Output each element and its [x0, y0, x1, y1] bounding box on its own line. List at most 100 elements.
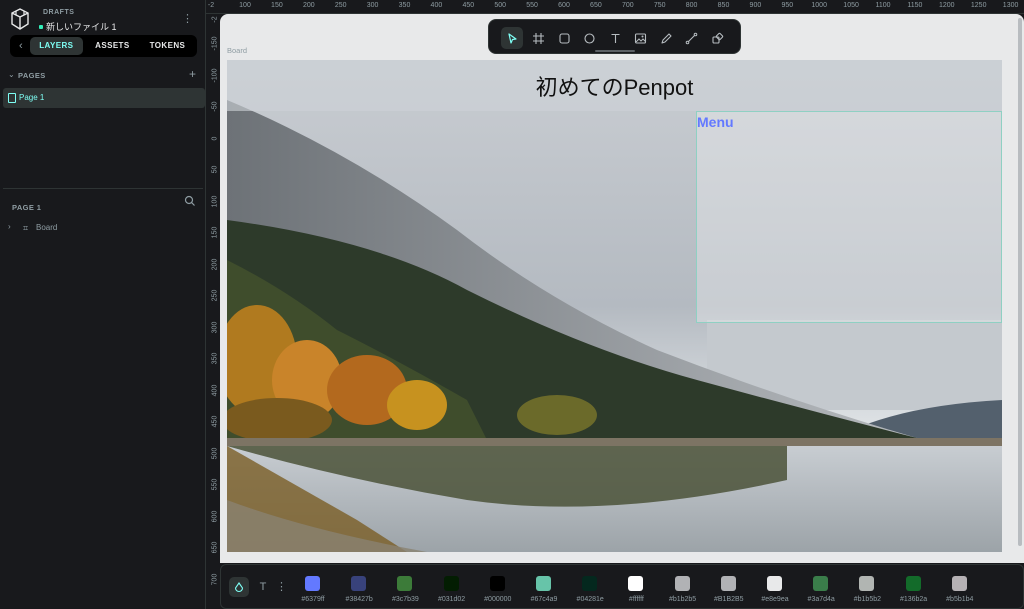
ruler-tick-label: 1300: [1002, 2, 1019, 9]
text-tool-button[interactable]: [604, 27, 626, 49]
board-icon: ⌗: [23, 223, 29, 233]
ruler-tick-label: 850: [717, 2, 730, 9]
ruler-tick-label: -150: [211, 36, 219, 51]
ruler-tick-label: 250: [211, 289, 219, 302]
header-title[interactable]: 初めてのPenpot: [227, 70, 1002, 102]
ellipse-tool-button[interactable]: [578, 27, 600, 49]
add-page-icon[interactable]: +: [189, 67, 196, 81]
penpot-logo-icon: [11, 8, 29, 30]
ruler-tick-label: 350: [398, 2, 411, 9]
ruler-tick-label: 150: [211, 226, 219, 239]
project-folder-name: DRAFTS: [43, 9, 75, 16]
ruler-tick-label: -2: [211, 16, 219, 23]
text-palette-toggle-icon[interactable]: T: [255, 577, 271, 597]
tab-layers[interactable]: LAYERS: [29, 37, 83, 55]
ruler-tick-label: 500: [494, 2, 507, 9]
swatch-chip[interactable]: [397, 576, 413, 591]
move-tool-button[interactable]: [501, 27, 523, 49]
ruler-tick-label: 550: [211, 478, 219, 491]
pages-title: PAGES: [18, 71, 46, 80]
plugins-tool-button[interactable]: [706, 27, 728, 49]
file-name-label: 新しいファイル 1: [46, 22, 117, 32]
layer-item-label: Board: [36, 223, 58, 232]
ruler-tick-label: 950: [781, 2, 794, 9]
ruler-tick-label: 600: [211, 510, 219, 522]
ruler-tick-label: 350: [211, 352, 219, 365]
swatch-chip[interactable]: [582, 576, 598, 591]
ruler-tick-label: -2: [207, 2, 215, 9]
divider: [3, 188, 203, 189]
ruler-tick-label: 1050: [843, 2, 859, 9]
board-tool-button[interactable]: [527, 27, 549, 49]
ellipse-icon: [583, 32, 595, 44]
pointer-icon: [507, 32, 517, 44]
swatch-chip[interactable]: [951, 576, 967, 591]
ruler-tick-label: 550: [526, 2, 538, 9]
ruler-tick-label: 800: [685, 2, 698, 9]
swatch-chip[interactable]: [305, 576, 320, 591]
swatch-chip[interactable]: [859, 576, 875, 591]
file-name[interactable]: 新しいファイル 1: [39, 20, 117, 33]
swatch-chip[interactable]: [351, 576, 367, 591]
swatch-chip[interactable]: [767, 576, 782, 591]
curve-tool-button[interactable]: [655, 27, 677, 49]
ruler-tick-label: 50: [211, 165, 219, 174]
ruler-tick-label: -50: [211, 101, 219, 112]
tab-tokens[interactable]: TOKENS: [140, 37, 195, 55]
plugins-icon: [711, 32, 723, 44]
pencil-icon: [660, 32, 672, 44]
ruler-tick-label: 1200: [939, 2, 955, 9]
header-band[interactable]: 初めてのPenpot: [227, 60, 1002, 111]
ruler-tick-label: 400: [211, 384, 219, 396]
chevron-right-icon[interactable]: ›: [8, 222, 11, 231]
collapse-sidebar-icon[interactable]: ‹: [14, 37, 28, 55]
page-item[interactable]: Page 1: [3, 88, 205, 108]
board[interactable]: 初めてのPenpot Menu: [227, 60, 1002, 552]
swatch-chip[interactable]: [674, 576, 690, 591]
board-title[interactable]: Board: [227, 46, 247, 55]
canvas-viewport[interactable]: Board 初めてのPenpot Menu: [220, 14, 1024, 563]
search-icon[interactable]: [184, 195, 196, 207]
swatch-chip[interactable]: [489, 576, 505, 591]
color-palette-toggle[interactable]: [229, 577, 249, 597]
swatch-chip[interactable]: [536, 576, 551, 591]
ruler-tick-label: 1100: [875, 2, 891, 9]
swatch-chip[interactable]: [628, 576, 644, 591]
swatch-chip[interactable]: [905, 576, 921, 591]
ruler-tick-label: 1250: [970, 2, 987, 9]
ruler-tick-label: 700: [211, 573, 219, 585]
swatch-chip[interactable]: [443, 576, 459, 591]
rectangle-icon: [558, 32, 570, 44]
path-tool-button[interactable]: [680, 27, 702, 49]
ruler-tick-label: 500: [211, 447, 219, 459]
toolbar-drag-handle[interactable]: [595, 50, 635, 52]
ruler-tick-label: 700: [621, 2, 634, 9]
rectangle-tool-button[interactable]: [553, 27, 575, 49]
file-menu-icon[interactable]: ⋮: [182, 12, 193, 26]
tab-assets[interactable]: ASSETS: [85, 37, 140, 55]
layers-title: PAGE 1: [12, 203, 42, 212]
vertical-scrollbar[interactable]: [1018, 18, 1022, 546]
swatch-chip[interactable]: [720, 576, 736, 591]
menu-label[interactable]: Menu: [697, 114, 734, 130]
image-tool-button[interactable]: [629, 27, 651, 49]
color-palette: T ⋮ #6379ff #38427b #3c7b39 #031d02 #000000 #…: [220, 564, 1024, 609]
pages-header: ⌄ PAGES +: [8, 67, 200, 82]
project-header[interactable]: DRAFTS 新しいファイル 1 ⋮: [10, 8, 200, 32]
menu-box[interactable]: Menu: [696, 111, 1002, 323]
ruler-tick-label: 450: [462, 2, 475, 9]
ruler-tick-label: 1150: [907, 2, 923, 9]
color-swatch[interactable]: #b5b1b4: [930, 574, 990, 606]
layer-item[interactable]: › ⌗ Board: [8, 221, 198, 235]
ruler-tick-label: 450: [211, 415, 219, 428]
layers-header: PAGE 1: [12, 195, 196, 212]
chevron-down-icon[interactable]: ⌄: [8, 70, 15, 79]
image-icon: [634, 32, 646, 44]
page-item-label: Page 1: [19, 93, 45, 102]
swatch-chip[interactable]: [813, 576, 829, 591]
tools-toolbar: [488, 19, 741, 54]
left-sidebar: DRAFTS 新しいファイル 1 ⋮ ‹ LAYERS ASSETS TOKEN…: [0, 0, 206, 609]
ruler-tick-label: 650: [590, 2, 602, 9]
drop-icon: [234, 581, 244, 592]
text-icon: [611, 33, 619, 43]
